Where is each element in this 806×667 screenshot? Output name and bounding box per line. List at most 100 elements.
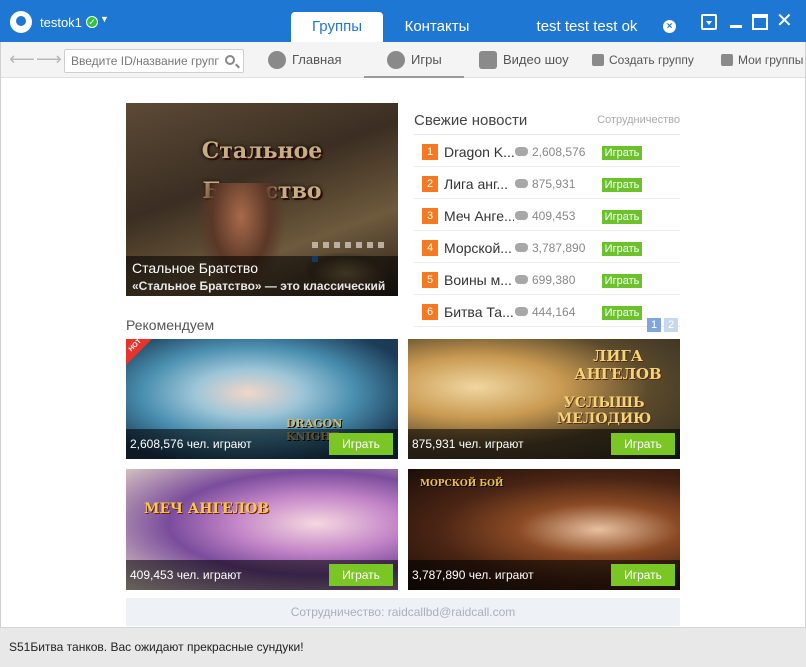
play-button[interactable]: Играть xyxy=(602,274,642,288)
status-message[interactable]: S51Битва танков. Вас ожидают прекрасные … xyxy=(9,640,304,654)
player-count: 3,787,890 xyxy=(532,241,586,255)
search-input[interactable] xyxy=(71,53,219,69)
game-card[interactable]: DRAGON KNIGHT HOT 2,608,576 чел. играют … xyxy=(126,339,398,459)
slide-dot[interactable] xyxy=(345,242,351,248)
my-groups-button[interactable]: Мои группы xyxy=(721,50,803,70)
slide-dot[interactable] xyxy=(334,242,340,248)
game-name[interactable]: Dragon K... xyxy=(444,144,514,160)
gamepad-icon xyxy=(515,243,528,252)
nav-home-label: Главная xyxy=(292,52,342,67)
slide-dot[interactable] xyxy=(323,242,329,248)
game-name[interactable]: Воины м... xyxy=(444,272,514,288)
banner-title: Стальное Братство xyxy=(132,260,258,276)
play-button[interactable]: Играть xyxy=(602,146,642,160)
recommend-title: Рекомендуем xyxy=(126,317,215,333)
page-2-button[interactable]: 2 xyxy=(664,318,678,332)
game-card-slogan: УСЛЫШЬ МЕЛОДИЮ xyxy=(556,395,652,427)
close-tab-icon[interactable]: × xyxy=(663,20,676,33)
close-window-icon[interactable]: ✕ xyxy=(776,11,793,31)
home-icon xyxy=(268,50,286,69)
game-card[interactable]: МЕЧ АНГЕЛОВ 409,453 чел. играют Играть xyxy=(126,469,398,590)
game-card-bar: 2,608,576 чел. играют Играть xyxy=(126,429,398,459)
play-button[interactable]: Играть xyxy=(602,210,642,224)
game-card-logo: МЕЧ АНГЕЛОВ xyxy=(144,501,270,517)
nav-games-label: Игры xyxy=(411,52,442,67)
tab-chat[interactable]: test test test ok xyxy=(512,12,662,42)
player-count: 2,608,576 xyxy=(532,145,586,159)
game-name[interactable]: Меч Анге... xyxy=(444,208,514,224)
player-count: 409,453 чел. играют xyxy=(130,568,242,582)
page-1-button[interactable]: 1 xyxy=(647,318,661,332)
featured-banner[interactable]: Стальное Братство Стальное Братство «Ста… xyxy=(126,103,398,296)
active-nav-underline xyxy=(364,76,464,78)
news-coop-link[interactable]: Сотрудничество xyxy=(597,114,680,126)
tab-contacts[interactable]: Контакты xyxy=(392,12,482,42)
list-item[interactable]: 3 Меч Анге... 409,453 Играть xyxy=(414,199,680,231)
slide-dot[interactable] xyxy=(312,242,318,248)
play-button[interactable]: Играть xyxy=(602,242,642,256)
banner-game-logo: Стальное Братство xyxy=(201,138,323,204)
nav-video[interactable]: Видео шоу xyxy=(479,50,569,70)
rank-badge: 1 xyxy=(422,144,438,160)
cooperation-footer[interactable]: Сотрудничество: raidcallbd@raidcall.com xyxy=(126,598,680,626)
title-bar: testok1 ✓ ▼ Группы Контакты test test te… xyxy=(0,0,806,42)
player-count: 3,787,890 чел. играют xyxy=(412,568,534,582)
rank-badge: 3 xyxy=(422,208,438,224)
play-button[interactable]: Играть xyxy=(602,178,642,192)
play-button[interactable]: Играть xyxy=(329,433,393,455)
back-arrow-icon[interactable]: ⟵ xyxy=(9,50,35,68)
play-button[interactable]: Играть xyxy=(611,433,675,455)
list-item[interactable]: 1 Dragon K... 2,608,576 Играть xyxy=(414,135,680,167)
banner-caption: Стальное Братство «Стальное Братство» — … xyxy=(126,256,398,296)
player-count: 2,608,576 чел. играют xyxy=(130,437,252,451)
player-count: 699,380 xyxy=(532,273,576,287)
create-group-icon xyxy=(592,53,604,66)
news-pager: 12 xyxy=(647,317,681,332)
nav-games[interactable]: Игры xyxy=(387,50,442,70)
play-button[interactable]: Играть xyxy=(611,564,675,586)
game-card-logo: МОРСКОЙ БОЙ xyxy=(420,479,504,489)
raidcall-logo-icon[interactable] xyxy=(10,11,32,33)
create-group-label: Создать группу xyxy=(609,53,694,67)
maximize-icon[interactable] xyxy=(752,14,768,30)
game-card-bar: 409,453 чел. играют Играть xyxy=(126,560,398,590)
game-name[interactable]: Битва Та... xyxy=(444,304,514,320)
play-button[interactable]: Играть xyxy=(329,564,393,586)
slide-dot[interactable] xyxy=(378,242,384,248)
gamepad-icon xyxy=(515,307,528,316)
tab-groups[interactable]: Группы xyxy=(291,12,383,42)
slide-dot[interactable] xyxy=(356,242,362,248)
game-card[interactable]: МОРСКОЙ БОЙ 3,787,890 чел. играют Играть xyxy=(408,469,680,590)
status-dropdown-icon[interactable]: ▼ xyxy=(100,14,109,24)
play-button[interactable]: Играть xyxy=(602,306,642,320)
forward-arrow-icon[interactable]: ⟶ xyxy=(36,50,62,68)
gamepad-icon xyxy=(515,147,528,156)
window-border-left xyxy=(0,42,1,627)
game-name[interactable]: Лига анг... xyxy=(444,176,514,192)
my-groups-icon xyxy=(721,53,733,66)
minimize-icon[interactable] xyxy=(729,14,745,30)
player-count: 409,453 xyxy=(532,209,576,223)
game-name[interactable]: Морской... xyxy=(444,240,514,256)
list-item[interactable]: 4 Морской... 3,787,890 Играть xyxy=(414,231,680,263)
game-card[interactable]: ЛИГА АНГЕЛОВ УСЛЫШЬ МЕЛОДИЮ 875,931 чел.… xyxy=(408,339,680,459)
username[interactable]: testok1 xyxy=(40,15,82,30)
status-bar: S51Битва танков. Вас ожидают прекрасные … xyxy=(0,627,806,667)
news-title: Свежие новости xyxy=(414,112,528,129)
create-group-button[interactable]: Создать группу xyxy=(592,50,694,70)
my-groups-label: Мои группы xyxy=(738,53,804,67)
list-item[interactable]: 5 Воины м... 699,380 Играть xyxy=(414,263,680,295)
search-icon[interactable] xyxy=(225,55,235,65)
banner-slide-indicators[interactable] xyxy=(312,237,396,262)
nav-home[interactable]: Главная xyxy=(268,50,341,70)
player-count: 875,931 xyxy=(532,177,576,191)
video-icon xyxy=(479,50,497,69)
slide-dot[interactable] xyxy=(367,242,373,248)
search-box xyxy=(64,49,244,73)
menu-icon[interactable] xyxy=(701,14,717,30)
rank-badge: 4 xyxy=(422,240,438,256)
list-item[interactable]: 6 Битва Та... 444,164 Играть xyxy=(414,295,680,327)
player-count: 444,164 xyxy=(532,305,576,319)
online-status-icon[interactable]: ✓ xyxy=(86,16,98,28)
list-item[interactable]: 2 Лига анг... 875,931 Играть xyxy=(414,167,680,199)
